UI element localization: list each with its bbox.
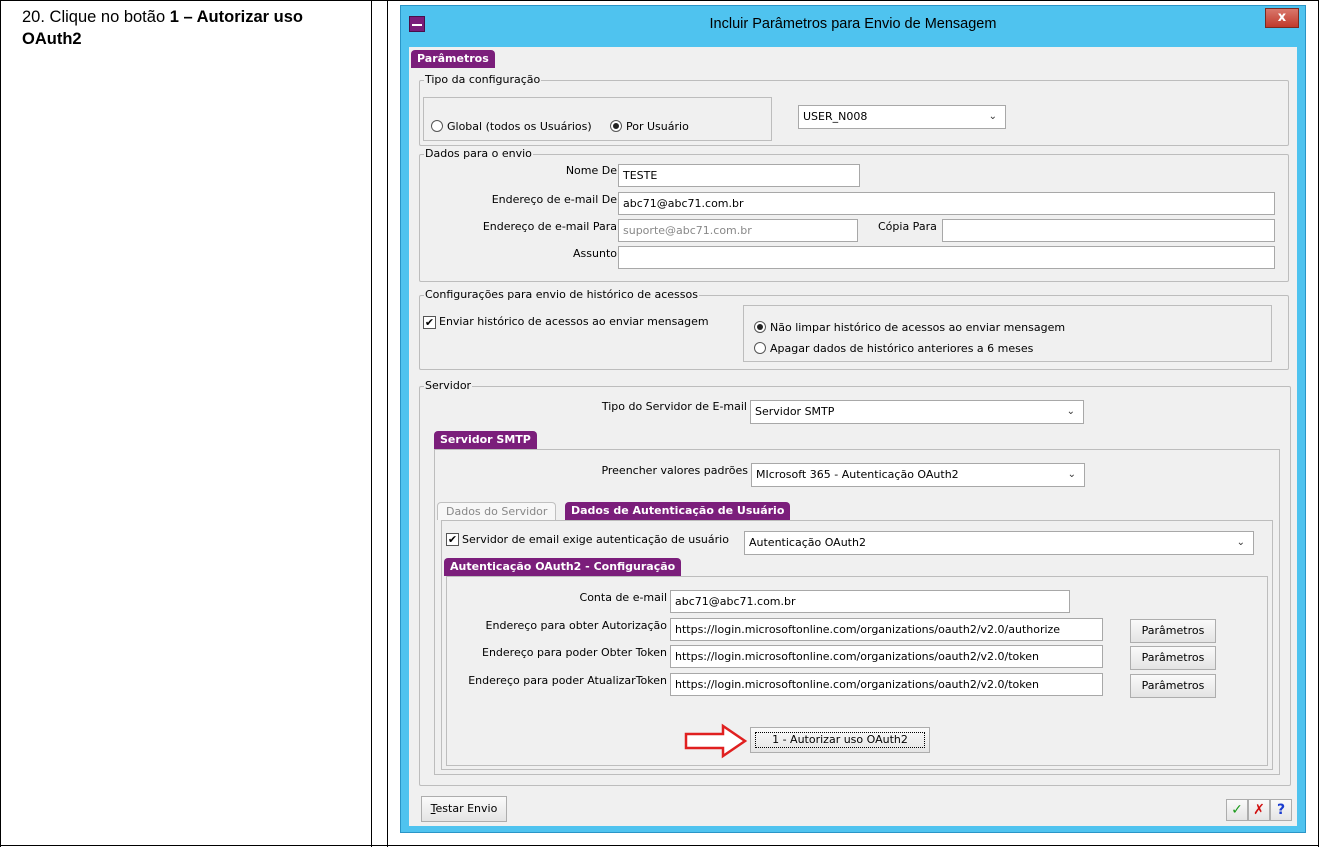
- config-type-label: Tipo da configuração: [424, 73, 542, 87]
- email-from-input[interactable]: abc71@abc71.com.br: [618, 192, 1275, 215]
- dialog-client-area: Parâmetros Tipo da configuração Global (…: [409, 47, 1297, 826]
- defaults-value: MIcrosoft 365 - Autenticação OAuth2: [756, 468, 959, 481]
- email-to-label: Endereço de e-mail Para: [482, 220, 617, 233]
- tab-servidor-smtp[interactable]: Servidor SMTP: [434, 431, 537, 449]
- radio-delete-history-label: Apagar dados de histórico anteriores a 6…: [770, 342, 1034, 355]
- table-divider: [371, 0, 372, 847]
- radio-por-usuario-label: Por Usuário: [626, 120, 689, 133]
- tab-oauth-config[interactable]: Autenticação OAuth2 - Configuração: [444, 558, 682, 576]
- table-border-left: [0, 0, 1, 847]
- chevron-down-icon: ⌄: [1066, 406, 1075, 417]
- name-from-input[interactable]: TESTE: [618, 164, 860, 187]
- radio-delete-history[interactable]: [754, 342, 766, 354]
- cancel-icon[interactable]: ✗: [1248, 799, 1270, 821]
- focus-rect: [755, 732, 925, 748]
- send-data-label: Dados para o envio: [424, 147, 533, 161]
- token-url-label: Endereço para poder Obter Token: [482, 646, 667, 659]
- send-data-group: Dados para o envio Nome De TESTE Endereç…: [419, 147, 1289, 282]
- red-arrow-icon: [684, 723, 748, 759]
- cc-input[interactable]: [942, 219, 1275, 242]
- auth-type-value: Autenticação OAuth2: [749, 536, 866, 549]
- server-group-label: Servidor: [424, 379, 473, 393]
- radio-global-label: Global (todos os Usuários): [447, 120, 592, 133]
- params-button-authorize[interactable]: Parâmetros: [1130, 619, 1216, 643]
- config-type-group: Tipo da configuração Global (todos os Us…: [419, 73, 1289, 146]
- dialog-window: Incluir Parâmetros para Envio de Mensage…: [400, 5, 1306, 833]
- params-button-refresh[interactable]: Parâmetros: [1130, 674, 1216, 698]
- server-type-label: Tipo do Servidor de E-mail: [601, 400, 747, 413]
- smtp-panel: Preencher valores padrões MIcrosoft 365 …: [434, 449, 1280, 775]
- refresh-url-label: Endereço para poder AtualizarToken: [468, 674, 667, 687]
- history-radio-box: Não limpar histórico de acessos ao envia…: [743, 305, 1272, 362]
- test-send-label: estar Envio: [435, 802, 498, 815]
- params-button-token[interactable]: Parâmetros: [1130, 646, 1216, 670]
- defaults-label: Preencher valores padrões: [601, 464, 748, 477]
- tab-dados-autenticacao[interactable]: Dados de Autenticação de Usuário: [565, 502, 791, 520]
- title-bar[interactable]: Incluir Parâmetros para Envio de Mensage…: [401, 6, 1305, 42]
- user-select[interactable]: USER_N008 ⌄: [798, 105, 1006, 129]
- account-label: Conta de e-mail: [579, 591, 667, 604]
- radio-global[interactable]: [431, 120, 443, 132]
- send-history-label: Enviar histórico de acessos ao enviar me…: [439, 315, 709, 328]
- table-border-bottom: [0, 845, 1318, 846]
- refresh-url-input[interactable]: https://login.microsoftonline.com/organi…: [670, 673, 1103, 696]
- name-from-label: Nome De: [565, 164, 617, 177]
- server-group: Servidor Tipo do Servidor de E-mail Serv…: [419, 379, 1291, 786]
- subject-input[interactable]: [618, 246, 1275, 269]
- tab-parametros[interactable]: Parâmetros: [411, 50, 495, 68]
- server-type-select[interactable]: Servidor SMTP ⌄: [750, 400, 1084, 424]
- token-url-input[interactable]: https://login.microsoftonline.com/organi…: [670, 645, 1103, 668]
- chevron-down-icon: ⌄: [1067, 469, 1076, 480]
- history-group-label: Configurações para envio de histórico de…: [424, 288, 699, 302]
- account-input[interactable]: abc71@abc71.com.br: [670, 590, 1070, 613]
- server-type-value: Servidor SMTP: [755, 405, 835, 418]
- defaults-select[interactable]: MIcrosoft 365 - Autenticação OAuth2 ⌄: [751, 463, 1085, 487]
- step-number: 20.: [22, 8, 45, 26]
- radio-por-usuario[interactable]: [610, 120, 622, 132]
- auth-type-select[interactable]: Autenticação OAuth2 ⌄: [744, 531, 1254, 555]
- help-icon[interactable]: ?: [1270, 799, 1292, 821]
- config-type-radio-box: Global (todos os Usuários) Por Usuário: [423, 97, 772, 141]
- table-border-right: [1318, 0, 1319, 847]
- chevron-down-icon: ⌄: [1236, 537, 1245, 548]
- email-to-input[interactable]: suporte@abc71.com.br: [618, 219, 858, 242]
- oauth-panel: Conta de e-mail abc71@abc71.com.br Ender…: [446, 576, 1268, 766]
- close-button[interactable]: x: [1265, 8, 1299, 28]
- cc-label: Cópia Para: [878, 220, 937, 233]
- test-send-button[interactable]: Testar Envio: [421, 796, 507, 822]
- window-title: Incluir Parâmetros para Envio de Mensage…: [709, 16, 997, 32]
- radio-keep-history[interactable]: [754, 321, 766, 333]
- table-border-top: [0, 0, 1318, 1]
- instruction-text: 20. Clique no botão 1 – Autorizar uso OA…: [22, 6, 362, 50]
- history-group: Configurações para envio de histórico de…: [419, 288, 1289, 370]
- send-history-checkbox[interactable]: ✔: [423, 316, 436, 329]
- user-select-value: USER_N008: [803, 110, 868, 123]
- table-divider: [387, 0, 388, 847]
- requires-auth-label: Servidor de email exige autenticação de …: [462, 533, 729, 546]
- requires-auth-checkbox[interactable]: ✔: [446, 533, 459, 546]
- radio-keep-history-label: Não limpar histórico de acessos ao envia…: [770, 321, 1066, 334]
- authorize-url-label: Endereço para obter Autorização: [485, 619, 667, 632]
- chevron-down-icon: ⌄: [988, 111, 997, 122]
- email-from-label: Endereço de e-mail De: [491, 193, 617, 206]
- auth-panel: ✔ Servidor de email exige autenticação d…: [441, 520, 1273, 770]
- subject-label: Assunto: [573, 247, 617, 260]
- authorize-oauth2-button[interactable]: 1 - Autorizar uso OAuth2: [750, 727, 930, 753]
- authorize-url-input[interactable]: https://login.microsoftonline.com/organi…: [670, 618, 1103, 641]
- tab-dados-servidor[interactable]: Dados do Servidor: [437, 502, 557, 520]
- ok-icon[interactable]: ✓: [1226, 799, 1248, 821]
- instruction-prefix: Clique no botão: [49, 8, 170, 26]
